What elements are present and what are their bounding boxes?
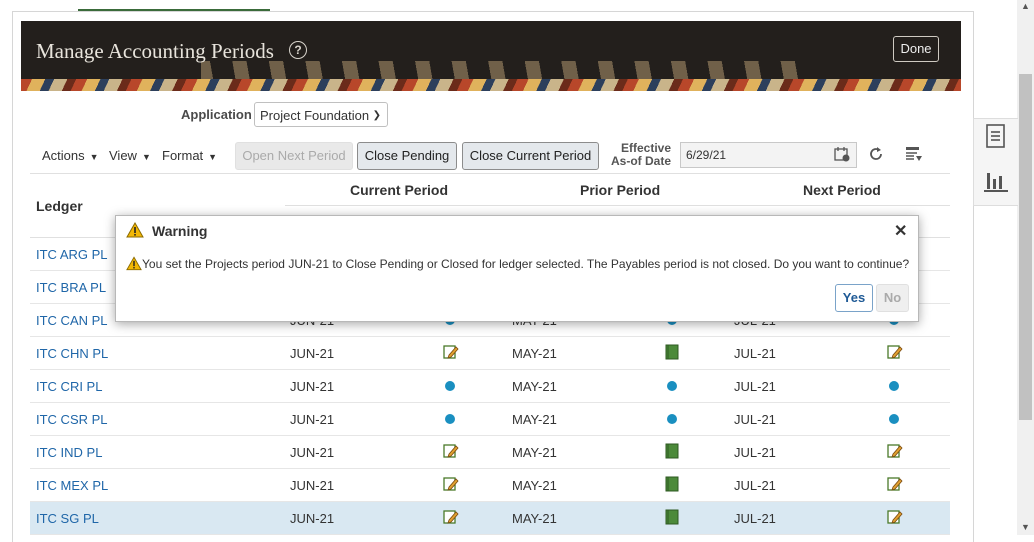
open-dot-icon [445, 414, 455, 424]
view-menu-label: View [109, 148, 137, 163]
open-dot-icon [667, 381, 677, 391]
application-select-value: Project Foundation [260, 108, 370, 123]
effective-date-input[interactable]: 6/29/21 [680, 142, 857, 168]
table-row[interactable]: ITC IND PL JUN-21 MAY-21 JUL-21 [30, 436, 950, 469]
open-dot-icon [667, 414, 677, 424]
refresh-icon[interactable] [867, 145, 885, 168]
caret-down-icon: ▼ [141, 152, 151, 162]
column-header-next-period[interactable]: Next Period [803, 182, 881, 198]
table-row[interactable]: ITC CRI PL JUN-21 MAY-21 JUL-21 [30, 370, 950, 403]
dialog-message: You set the Projects period JUN-21 to Cl… [142, 257, 910, 271]
application-label: Application [181, 107, 252, 122]
closed-book-icon [665, 344, 679, 360]
warning-icon [126, 256, 142, 274]
next-period-cell: JUL-21 [734, 511, 776, 526]
caret-down-icon: ▼ [208, 152, 218, 162]
done-button[interactable]: Done [893, 36, 939, 62]
scroll-down-icon[interactable]: ▼ [1019, 521, 1032, 533]
prior-period-cell: MAY-21 [512, 511, 557, 526]
format-menu-label: Format [162, 148, 204, 163]
table-row[interactable]: ITC SG PL JUN-21 MAY-21 JUL-21 [30, 502, 950, 535]
effective-date-label: Effective As-of Date [611, 142, 671, 168]
ledger-link[interactable]: ITC IND PL [36, 445, 102, 460]
next-period-cell: JUL-21 [734, 346, 776, 361]
current-period-cell: JUN-21 [290, 379, 335, 394]
edit-pencil-icon [887, 443, 903, 459]
edit-pencil-icon [443, 509, 459, 525]
column-header-current-period[interactable]: Current Period [350, 182, 448, 198]
closed-book-icon [665, 509, 679, 525]
close-icon[interactable]: ✕ [894, 221, 907, 241]
dialog-title: Warning [152, 223, 208, 239]
ledger-link[interactable]: ITC ARG PL [36, 247, 108, 262]
closed-book-icon [665, 443, 679, 459]
banner-decoration-stripe [21, 79, 961, 91]
table-header-top-border [30, 173, 950, 174]
closed-book-icon [665, 476, 679, 492]
calendar-icon[interactable] [834, 146, 850, 165]
prior-period-cell: MAY-21 [512, 478, 557, 493]
ledger-link[interactable]: ITC MEX PL [36, 478, 108, 493]
edit-pencil-icon [887, 344, 903, 360]
table-header-divider [285, 205, 950, 206]
close-current-period-button[interactable]: Close Current Period [462, 142, 599, 170]
next-period-cell: JUL-21 [734, 379, 776, 394]
edit-pencil-icon [443, 476, 459, 492]
next-period-cell: JUL-21 [734, 412, 776, 427]
prior-period-cell: MAY-21 [512, 412, 557, 427]
table-row[interactable]: ITC CSR PL JUN-21 MAY-21 JUL-21 [30, 403, 950, 436]
edit-pencil-icon [443, 443, 459, 459]
current-period-cell: JUN-21 [290, 511, 335, 526]
actions-menu-label: Actions [42, 148, 85, 163]
actions-menu[interactable]: Actions ▼ [42, 148, 99, 163]
detach-icon[interactable] [905, 146, 923, 166]
ledger-link[interactable]: ITC BRA PL [36, 280, 106, 295]
effective-date-label-line2: As-of Date [611, 154, 672, 168]
yes-button[interactable]: Yes [835, 284, 873, 312]
ledger-link[interactable]: ITC CHN PL [36, 346, 108, 361]
open-dot-icon [889, 381, 899, 391]
current-period-cell: JUN-21 [290, 412, 335, 427]
prior-period-cell: MAY-21 [512, 346, 557, 361]
format-menu[interactable]: Format ▼ [162, 148, 217, 163]
table-row[interactable]: ITC CHN PL JUN-21 MAY-21 JUL-21 [30, 337, 950, 370]
prior-period-cell: MAY-21 [512, 445, 557, 460]
edit-pencil-icon [443, 344, 459, 360]
done-label: Done [900, 41, 932, 56]
ledger-link[interactable]: ITC CRI PL [36, 379, 102, 394]
scrollbar-thumb[interactable] [1019, 74, 1032, 420]
edit-pencil-icon [887, 476, 903, 492]
caret-down-icon: ▼ [89, 152, 99, 162]
next-period-cell: JUL-21 [734, 445, 776, 460]
warning-icon [126, 221, 144, 241]
edit-pencil-icon [887, 509, 903, 525]
column-header-ledger[interactable]: Ledger [36, 198, 83, 214]
scroll-up-icon[interactable]: ▲ [1019, 0, 1032, 12]
side-panel [973, 118, 1018, 206]
current-period-cell: JUN-21 [290, 445, 335, 460]
help-icon[interactable]: ? [289, 41, 307, 59]
ledger-link[interactable]: ITC CAN PL [36, 313, 108, 328]
document-icon[interactable] [981, 124, 1011, 154]
application-select[interactable]: Project Foundation ❯ [254, 102, 388, 127]
open-dot-icon [445, 381, 455, 391]
current-period-cell: JUN-21 [290, 346, 335, 361]
table-row[interactable]: ITC MEX PL JUN-21 MAY-21 JUL-21 [30, 469, 950, 502]
ledger-link[interactable]: ITC SG PL [36, 511, 99, 526]
ledger-link[interactable]: ITC CSR PL [36, 412, 108, 427]
open-dot-icon [889, 414, 899, 424]
page-header-banner: Manage Accounting Periods ? Done [21, 21, 961, 91]
column-header-prior-period[interactable]: Prior Period [580, 182, 660, 198]
warning-dialog: Warning ✕ You set the Projects period JU… [115, 215, 919, 322]
chevron-down-icon: ❯ [372, 110, 381, 121]
next-period-cell: JUL-21 [734, 478, 776, 493]
view-menu[interactable]: View ▼ [109, 148, 151, 163]
close-pending-button[interactable]: Close Pending [357, 142, 457, 170]
no-button[interactable]: No [876, 284, 909, 312]
bar-chart-icon[interactable] [981, 167, 1011, 197]
prior-period-cell: MAY-21 [512, 379, 557, 394]
open-next-period-button[interactable]: Open Next Period [235, 142, 353, 170]
current-period-cell: JUN-21 [290, 478, 335, 493]
page-title: Manage Accounting Periods [36, 39, 274, 63]
